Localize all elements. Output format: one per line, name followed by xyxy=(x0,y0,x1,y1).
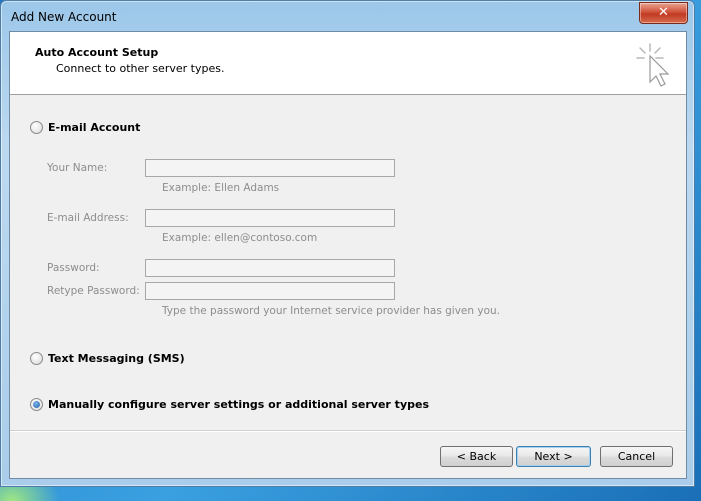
wizard-cursor-icon xyxy=(636,43,670,87)
page-subtitle: Connect to other server types. xyxy=(56,62,225,75)
email-account-radio[interactable] xyxy=(30,121,43,134)
title-bar[interactable]: Add New Account ✕ xyxy=(1,1,694,31)
password-hint: Type the password your Internet service … xyxy=(162,305,500,317)
email-account-label: E-mail Account xyxy=(48,121,141,134)
back-button[interactable]: < Back xyxy=(440,446,513,467)
page-title: Auto Account Setup xyxy=(35,46,159,59)
button-divider xyxy=(10,430,686,432)
text-messaging-radio[interactable] xyxy=(30,352,43,365)
add-account-dialog: Add New Account ✕ Auto Account Setup Con… xyxy=(0,0,695,487)
manual-config-option[interactable]: Manually configure server settings or ad… xyxy=(30,398,429,411)
window-title: Add New Account xyxy=(11,10,117,24)
your-name-label: Your Name: xyxy=(47,162,108,174)
retype-password-label: Retype Password: xyxy=(47,285,140,297)
password-label: Password: xyxy=(47,262,100,274)
close-button[interactable]: ✕ xyxy=(639,2,688,24)
text-messaging-option[interactable]: Text Messaging (SMS) xyxy=(30,352,185,365)
your-name-hint: Example: Ellen Adams xyxy=(162,182,280,194)
your-name-field[interactable] xyxy=(145,159,395,177)
manual-config-label: Manually configure server settings or ad… xyxy=(48,398,429,411)
text-messaging-label: Text Messaging (SMS) xyxy=(48,352,185,365)
next-button[interactable]: Next > xyxy=(516,446,591,467)
email-address-label: E-mail Address: xyxy=(47,212,129,224)
email-address-field[interactable] xyxy=(145,209,395,227)
email-address-hint: Example: ellen@contoso.com xyxy=(162,232,318,244)
dialog-client-area: Auto Account Setup Connect to other serv… xyxy=(9,31,687,479)
close-icon: ✕ xyxy=(658,5,669,20)
password-field[interactable] xyxy=(145,259,395,277)
cancel-button[interactable]: Cancel xyxy=(600,446,673,467)
manual-config-radio[interactable] xyxy=(30,398,43,411)
email-account-option[interactable]: E-mail Account xyxy=(30,121,140,134)
wizard-header: Auto Account Setup Connect to other serv… xyxy=(10,32,686,95)
retype-password-field[interactable] xyxy=(145,282,395,300)
